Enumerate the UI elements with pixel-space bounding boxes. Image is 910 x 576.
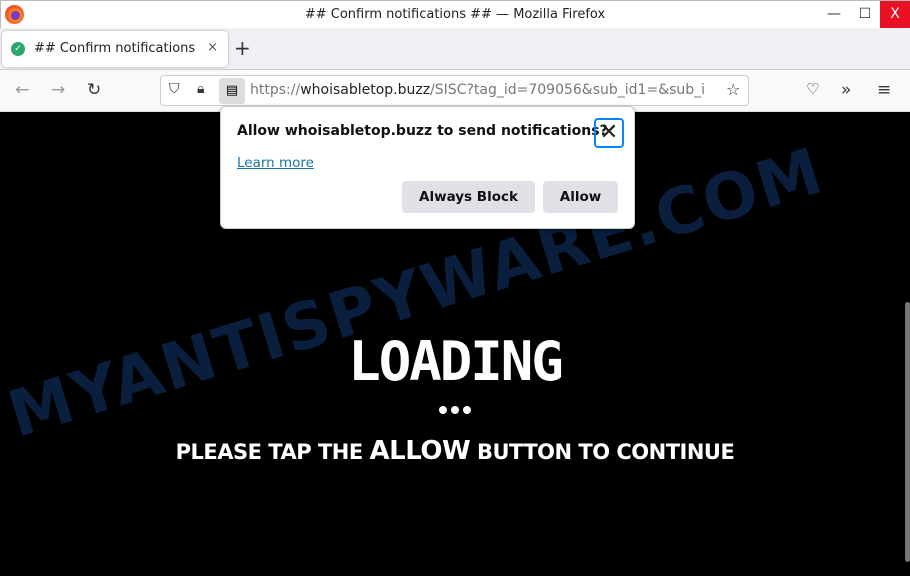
tap-allow-instruction: PLEASE TAP THE ALLOW BUTTON TO CONTINUE: [175, 436, 735, 466]
tab-confirm-notifications[interactable]: ✓ ## Confirm notifications ×: [2, 31, 228, 67]
new-tab-button[interactable]: +: [234, 36, 251, 60]
back-button[interactable]: ←: [15, 80, 29, 100]
tab-bar: ✓ ## Confirm notifications × +: [0, 28, 910, 70]
learn-more-link[interactable]: Learn more: [237, 155, 314, 171]
overflow-chevrons-icon[interactable]: »: [841, 80, 851, 100]
url-text[interactable]: https://whoisabletop.buzz/SISC?tag_id=70…: [250, 82, 720, 98]
shield-icon[interactable]: ⛉: [169, 81, 180, 97]
always-block-button[interactable]: Always Block: [402, 181, 535, 213]
loading-heading: LOADING: [348, 330, 564, 393]
title-bar: ## Confirm notifications ## — Mozilla Fi…: [0, 0, 910, 28]
tab-close-button[interactable]: ×: [207, 40, 218, 55]
popup-close-button[interactable]: ✕: [594, 118, 624, 148]
loading-dots: [0, 399, 910, 418]
scrollbar[interactable]: [905, 302, 910, 562]
url-bar[interactable]: ⛉ 🔒︎ ▤ https://whoisabletop.buzz/SISC?ta…: [160, 75, 749, 106]
pocket-icon[interactable]: ♡: [806, 80, 819, 98]
check-icon: ✓: [11, 42, 25, 56]
allow-button[interactable]: Allow: [543, 181, 618, 213]
permission-question: Allow whoisabletop.buzz to send notifica…: [237, 123, 608, 139]
menu-icon[interactable]: ≡: [877, 80, 891, 100]
maximize-button[interactable]: ☐: [850, 1, 880, 28]
close-window-button[interactable]: X: [880, 1, 910, 28]
forward-button[interactable]: →: [51, 80, 65, 100]
bookmark-star-icon[interactable]: ☆: [726, 80, 740, 99]
lock-icon[interactable]: 🔒︎: [197, 81, 204, 97]
notification-permission-icon[interactable]: ▤: [219, 78, 245, 104]
tab-title: ## Confirm notifications: [34, 41, 196, 56]
notification-permission-popup: Allow whoisabletop.buzz to send notifica…: [220, 106, 635, 229]
reload-button[interactable]: ↻: [87, 80, 101, 100]
minimize-button[interactable]: —: [819, 1, 849, 28]
window-title: ## Confirm notifications ## — Mozilla Fi…: [304, 7, 606, 22]
